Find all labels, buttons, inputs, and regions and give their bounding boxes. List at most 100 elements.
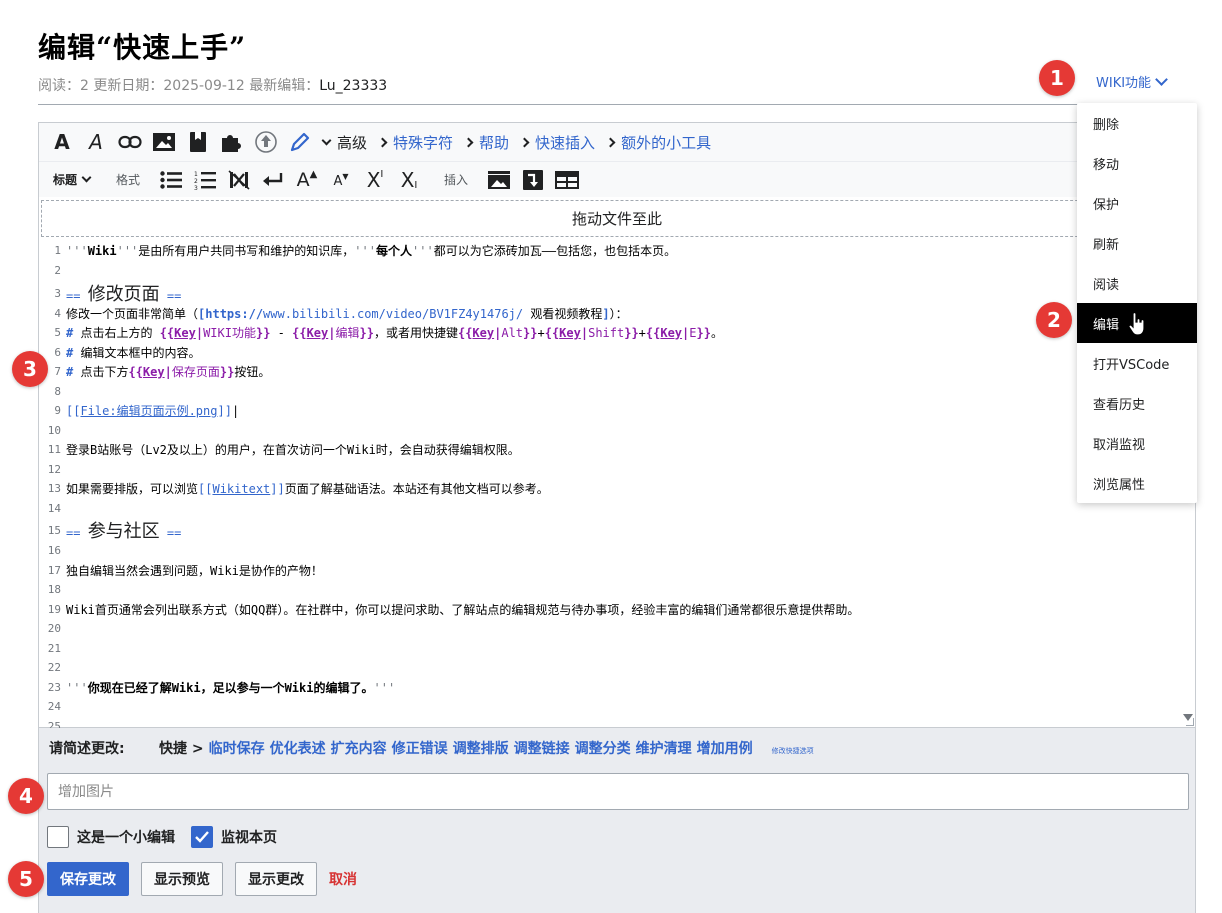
menu-item-history[interactable]: 查看历史 — [1077, 383, 1197, 423]
chevron-right-icon — [519, 137, 530, 147]
insert-section-label: 插入 — [444, 173, 469, 187]
menu-item-read[interactable]: 阅读 — [1077, 263, 1197, 303]
checkmark-icon — [195, 831, 209, 843]
quick-item-expand-content[interactable]: 扩充内容 — [331, 738, 387, 758]
chevron-down-icon — [81, 172, 92, 183]
pencil-icon[interactable] — [283, 127, 317, 157]
preview-button[interactable]: 显示预览 — [141, 862, 223, 896]
upload-icon[interactable] — [249, 127, 283, 157]
toolbar-extra-tools[interactable]: 额外的小工具 — [605, 132, 711, 153]
italic-icon[interactable]: A — [79, 127, 113, 157]
bold-icon[interactable]: A — [45, 127, 79, 157]
newline-icon[interactable] — [256, 165, 290, 195]
code-line: 23 '''你现在已经了解Wiki，足以参与一个Wiki的编辑了。''' — [47, 681, 396, 695]
toolbar-quick-insert[interactable]: 快速插入 — [519, 132, 595, 153]
wikitext-editor: A A 高级 特殊字符 帮助 快速插入 额外的小工具 标题 格式 1 2 3 A… — [38, 122, 1196, 729]
minor-edit-label[interactable]: 这是一个小编辑 — [77, 827, 175, 847]
link-icon[interactable] — [113, 127, 147, 157]
code-line: 21 — [47, 642, 61, 655]
title-divider — [38, 104, 1196, 105]
code-line: 12 — [47, 463, 61, 476]
reference-icon[interactable] — [181, 127, 215, 157]
edit-quick-options-link[interactable]: 修改快捷选项 — [772, 746, 814, 756]
code-line: 18 — [47, 583, 61, 596]
code-line: 9 [[File:编辑页面示例.png]]| — [54, 404, 240, 418]
image-icon[interactable] — [147, 127, 181, 157]
menu-item-unwatch[interactable]: 取消监视 — [1077, 423, 1197, 463]
menu-item-open-vscode[interactable]: 打开VSCode — [1077, 343, 1197, 383]
resize-handle[interactable] — [1186, 718, 1194, 726]
meta-reads: 阅读：2 — [38, 78, 89, 94]
quick-label: 快捷 > — [159, 741, 204, 757]
gallery-icon[interactable] — [482, 165, 516, 195]
heading-dropdown[interactable]: 标题 — [53, 171, 92, 188]
small-text-icon[interactable]: A ▼ — [324, 165, 358, 195]
action-buttons: 保存更改 显示预览 显示更改 取消 — [47, 862, 357, 896]
toolbar-advanced[interactable]: 高级 — [321, 132, 367, 153]
step-badge-2: 2 — [1036, 302, 1072, 338]
code-line: 11 登录B站账号（Lv2及以上）的用户，在首次访问一个Wiki时，会自动获得编辑… — [47, 443, 520, 457]
step-badge-1: 1 — [1039, 60, 1075, 96]
wiki-menu-button[interactable]: WIKI功能 — [1096, 72, 1168, 91]
wiki-menu-dropdown: 删除 移动 保护 刷新 阅读 编辑 打开VSCode 查看历史 取消监视 浏览属… — [1077, 103, 1197, 503]
summary-label: 请简述更改: — [49, 741, 125, 757]
quick-item-add-examples[interactable]: 增加用例 — [697, 738, 753, 758]
wikitext-textarea[interactable]: 1 '''Wiki'''是由所有用户共同书写和维护的知识库，'''每个人'''都可… — [39, 241, 1179, 729]
toolbar-special-chars[interactable]: 特殊字符 — [377, 132, 453, 153]
bulleted-list-icon[interactable] — [154, 165, 188, 195]
code-line: 15 == 参与社区 == — [47, 521, 182, 542]
quick-item-adjust-categories[interactable]: 调整分类 — [575, 738, 631, 758]
code-line: 24 — [47, 700, 61, 713]
code-line: 14 — [47, 502, 61, 515]
code-line: 20 — [47, 622, 61, 635]
code-line: 16 — [47, 544, 61, 557]
edit-options: 请简述更改: 快捷 > 临时保存 优化表述 扩充内容 修正错误 调整排版 调整链… — [38, 728, 1196, 913]
page-meta: 阅读：2 更新日期：2025-09-12 最新编辑：Lu_23333 — [38, 75, 387, 95]
chevron-down-icon — [1155, 72, 1168, 86]
show-changes-button[interactable]: 显示更改 — [235, 862, 317, 896]
quick-item-temp-save[interactable]: 临时保存 — [209, 738, 265, 758]
quick-summary-row: 快捷 > 临时保存 优化表述 扩充内容 修正错误 调整排版 调整链接 调整分类 … — [159, 738, 814, 758]
quick-item-adjust-links[interactable]: 调整链接 — [514, 738, 570, 758]
editor-toolbar-main: A A 高级 特殊字符 帮助 快速插入 额外的小工具 — [39, 123, 1195, 161]
summary-input[interactable] — [47, 773, 1189, 810]
code-line: 10 — [47, 424, 61, 437]
watch-page-checkbox[interactable] — [191, 826, 213, 848]
quick-item-fix-errors[interactable]: 修正错误 — [392, 738, 448, 758]
chevron-right-icon — [377, 137, 388, 147]
menu-item-move[interactable]: 移动 — [1077, 143, 1197, 183]
step-badge-5: 5 — [8, 861, 44, 897]
menu-item-refresh[interactable]: 刷新 — [1077, 223, 1197, 263]
chevron-down-icon — [321, 135, 332, 145]
code-line: 5 # 点击右上方的 {{Key|WIKI功能}} - {{Key|编辑}}，或者… — [54, 326, 723, 340]
svg-text:2: 2 — [194, 178, 198, 185]
code-line: 4 修改一个页面非常简单（[https://www.bilibili.com/vi… — [54, 307, 628, 321]
menu-item-protect[interactable]: 保护 — [1077, 183, 1197, 223]
nowiki-icon[interactable] — [222, 165, 256, 195]
table-icon[interactable] — [550, 165, 584, 195]
subscript-icon[interactable]: XI — [392, 165, 426, 195]
file-dropzone[interactable]: 拖动文件至此 — [41, 200, 1193, 237]
quick-item-maintenance[interactable]: 维护清理 — [636, 738, 692, 758]
save-button[interactable]: 保存更改 — [47, 862, 129, 896]
svg-text:1: 1 — [194, 171, 198, 178]
code-line: 2 — [54, 264, 61, 277]
puzzle-icon[interactable] — [215, 127, 249, 157]
cancel-link[interactable]: 取消 — [329, 869, 357, 889]
code-line: 8 — [54, 385, 61, 398]
superscript-icon[interactable]: XI — [358, 165, 392, 195]
menu-item-delete[interactable]: 删除 — [1077, 103, 1197, 143]
quick-item-adjust-layout[interactable]: 调整排版 — [453, 738, 509, 758]
menu-item-page-info[interactable]: 浏览属性 — [1077, 463, 1197, 503]
numbered-list-icon[interactable]: 123 — [188, 165, 222, 195]
hand-cursor-icon — [1128, 311, 1146, 340]
toolbar-help[interactable]: 帮助 — [463, 132, 509, 153]
meta-last-editor[interactable]: Lu_23333 — [319, 78, 387, 94]
big-text-icon[interactable]: A ▲ — [290, 165, 324, 195]
minor-edit-checkbox[interactable] — [47, 826, 69, 848]
quick-item-improve-wording[interactable]: 优化表述 — [270, 738, 326, 758]
redirect-icon[interactable] — [516, 165, 550, 195]
wiki-menu-label: WIKI功能 — [1096, 76, 1152, 91]
step-badge-4: 4 — [8, 778, 44, 814]
watch-page-label[interactable]: 监视本页 — [221, 827, 277, 847]
